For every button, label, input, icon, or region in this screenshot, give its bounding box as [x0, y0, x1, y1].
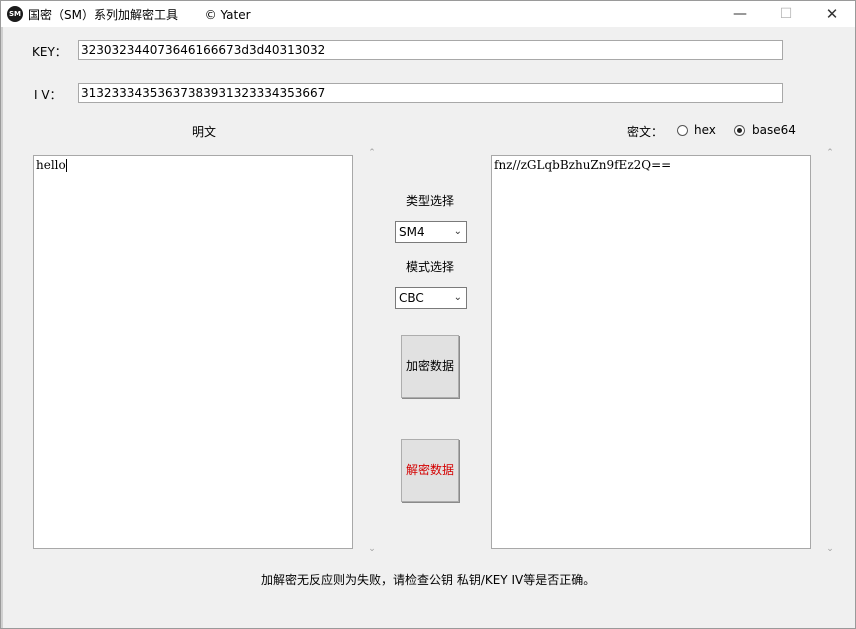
plaintext-textarea[interactable]: hello — [33, 155, 353, 549]
mode-select-value: CBC — [399, 291, 424, 305]
app-window: SM 国密（SM）系列加解密工具 © Yater — ☐ ✕ KEY： 3230… — [0, 0, 856, 629]
type-select-value: SM4 — [399, 225, 425, 239]
status-message: 加解密无反应则为失败，请检查公钥 私钥/KEY IV等是否正确。 — [261, 573, 596, 587]
app-logo-icon: SM — [7, 6, 23, 22]
minimize-button[interactable]: — — [717, 1, 763, 27]
iv-input[interactable]: 31323334353637383931323334353667 — [78, 83, 783, 103]
radio-base64-label[interactable]: base64 — [752, 123, 796, 137]
radio-base64[interactable] — [734, 125, 745, 136]
chevron-down-icon: ⌄ — [453, 226, 462, 237]
ciphertext-textarea[interactable]: fnz//zGLqbBzhuZn9fEz2Q== — [491, 155, 811, 549]
encrypt-button[interactable]: 加密数据 — [401, 335, 459, 398]
decrypt-button[interactable]: 解密数据 — [401, 439, 459, 502]
text-caret — [65, 159, 67, 172]
type-select-label: 类型选择 — [406, 194, 455, 208]
up-arrow-icon[interactable]: ⌃ — [366, 148, 378, 158]
ciphertext-label: 密文： — [627, 125, 664, 139]
up-arrow-icon[interactable]: ⌃ — [824, 148, 836, 158]
title-bar[interactable]: SM 国密（SM）系列加解密工具 © Yater — ☐ ✕ — [1, 1, 855, 27]
radio-hex-label[interactable]: hex — [694, 123, 716, 137]
mode-select-label: 模式选择 — [406, 260, 455, 274]
chevron-down-icon: ⌄ — [453, 292, 462, 303]
down-arrow-icon[interactable]: ⌄ — [366, 544, 378, 554]
maximize-button[interactable]: ☐ — [763, 1, 809, 27]
ciphertext-scrollbar[interactable] — [822, 147, 838, 557]
plaintext-label: 明文 — [192, 125, 217, 139]
plaintext-scrollbar[interactable] — [364, 147, 380, 557]
window-title: 国密（SM）系列加解密工具 © Yater — [28, 8, 251, 22]
radio-hex[interactable] — [677, 125, 688, 136]
mode-select[interactable]: CBC ⌄ — [395, 287, 467, 309]
key-input[interactable]: 323032344073646166673d3d40313032 — [78, 40, 783, 60]
plaintext-value: hello — [36, 158, 66, 172]
close-button[interactable]: ✕ — [809, 1, 855, 27]
iv-label: I V： — [34, 88, 62, 102]
window-left-edge — [1, 27, 3, 628]
type-select[interactable]: SM4 ⌄ — [395, 221, 467, 243]
key-label: KEY： — [32, 45, 67, 59]
down-arrow-icon[interactable]: ⌄ — [824, 544, 836, 554]
